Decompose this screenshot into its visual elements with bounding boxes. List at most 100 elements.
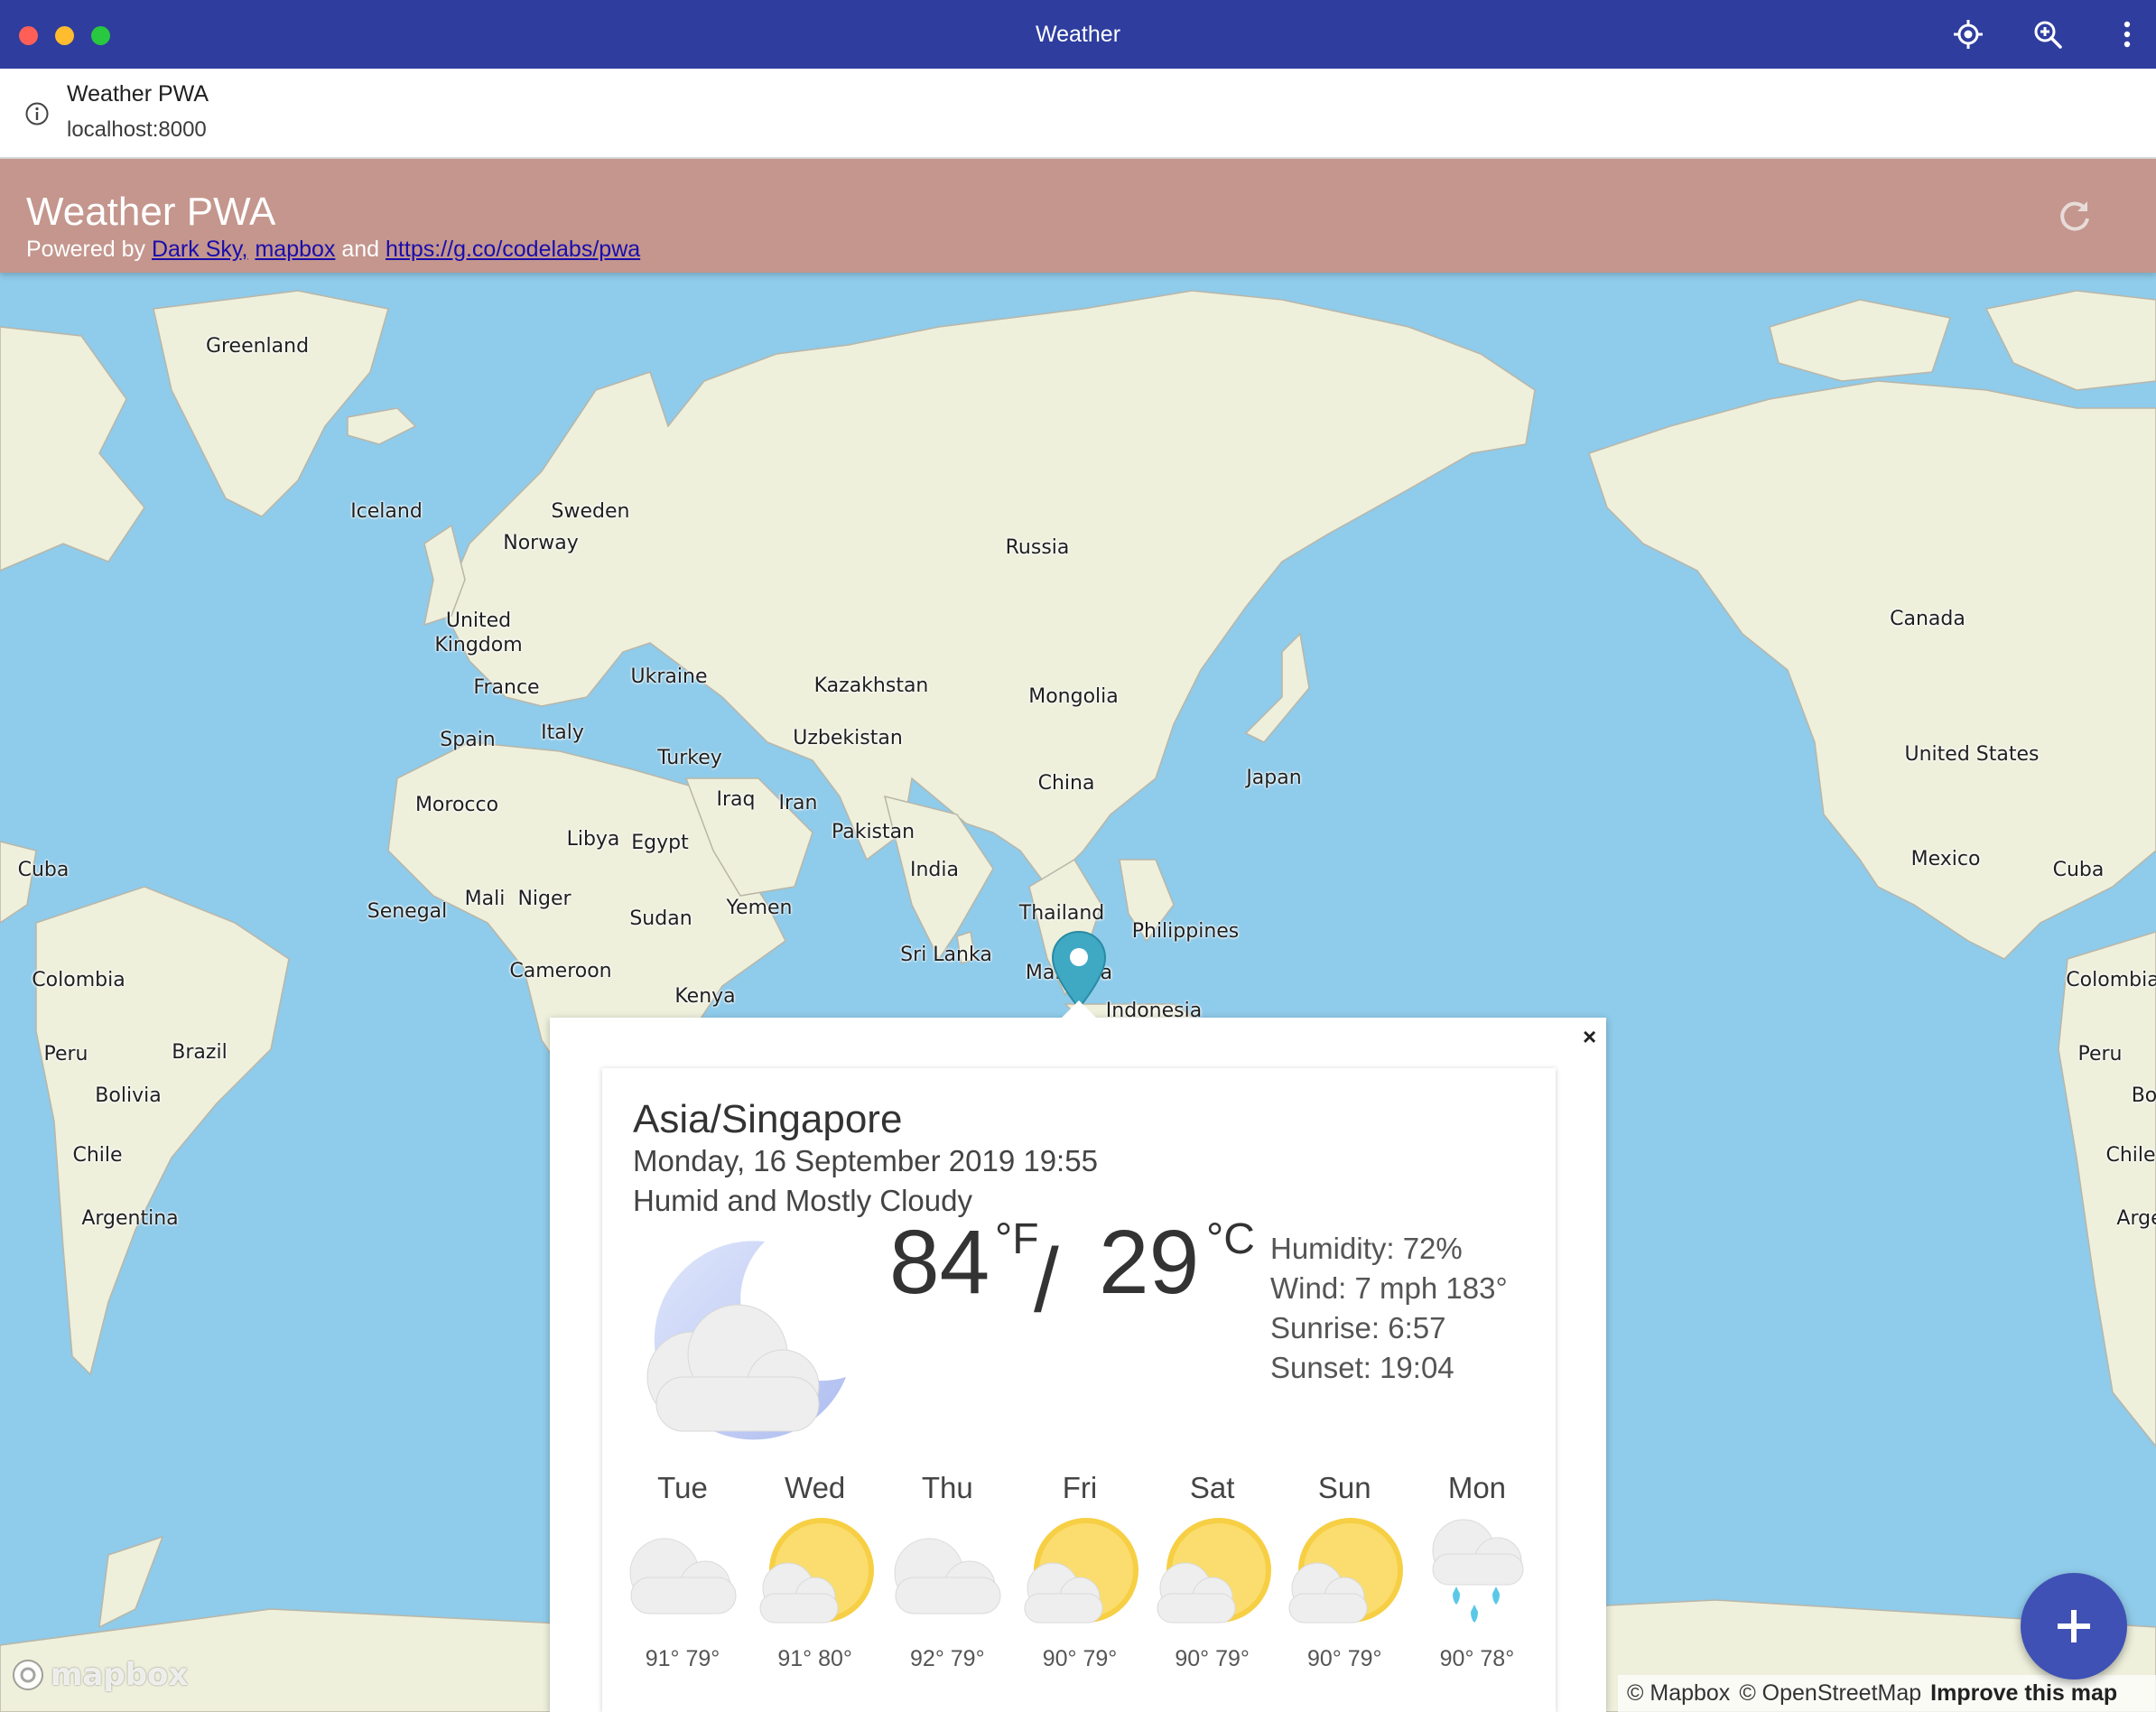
forecast-day: Fri 90° 79° [1021,1471,1138,1688]
map-label-china: China [1037,772,1095,795]
forecast-temps: 91° 80° [777,1646,852,1671]
weather-details: Humidity: 72% Wind: 7 mph 183° Sunrise: … [1270,1229,1508,1388]
rain-icon [1432,1519,1524,1623]
forecast-day-name: Thu [921,1471,973,1504]
wind-text: Wind: 7 mph 183° [1270,1271,1508,1305]
map-marker-icon[interactable] [1050,930,1108,1010]
map-label-pakistan: Pakistan [831,821,915,843]
darksky-link[interactable]: Dark Sky, [152,237,248,262]
temperature-celsius: 29 [1099,1212,1200,1313]
powered-by-text: Powered by Dark Sky, mapbox and https://g… [26,237,640,263]
map-label-kazakhstan: Kazakhstan [813,675,929,697]
cloudy-icon [894,1538,1001,1614]
info-icon[interactable] [24,101,50,126]
map-label-colombia-left: Colombia [32,969,125,991]
popup-close-button[interactable]: × [1583,1023,1596,1051]
mapbox-logo[interactable]: mapbox [11,1654,188,1696]
forecast-temps: 90° 78° [1439,1646,1515,1671]
mapbox-logo-text: mapbox [51,1657,189,1693]
codelab-link[interactable]: https://g.co/codelabs/pwa [386,237,640,262]
forecast-temps: 91° 79° [645,1646,720,1671]
improve-map-link[interactable]: Improve this map [1930,1680,2117,1707]
date-text: Monday, 16 September 2019 19:55 [633,1144,1098,1177]
attribution-mapbox[interactable]: © Mapbox [1627,1680,1730,1707]
map-label-morocco: Morocco [414,794,499,816]
forecast-day-name: Sun [1317,1471,1371,1504]
map-label-libya: Libya [566,828,620,851]
attribution-osm[interactable]: © OpenStreetMap [1739,1680,1921,1707]
map-label-france: France [473,676,540,699]
map-label-peru-right: Peru [2077,1043,2123,1065]
map-label-greenland: Greenland [205,335,310,358]
map-label-cuba-left: Cuba [17,859,70,881]
forecast-day: Wed 91° 80° [757,1471,874,1688]
map-label-russia: Russia [1005,536,1070,559]
map-label-argentina: Argentina [81,1207,179,1230]
site-info-bar: Weather PWA localhost:8000 [0,69,2156,159]
forecast-day: Sat 90° 79° [1154,1471,1271,1688]
partly-cloudy-day-icon [759,1518,874,1624]
map-label-uzbekistan: Uzbekistan [793,727,903,749]
powered-prefix: Powered by [26,237,152,262]
weather-popup: × Asia/Singapore Monday, 16 September 20… [550,1018,1606,1712]
forecast-day-name: Sat [1189,1471,1235,1504]
map-label-egypt: Egypt [631,832,689,854]
map-label-colombia-right: Colombia [2066,969,2156,991]
map-label-senegal: Senegal [367,900,448,923]
refresh-icon[interactable] [2055,197,2095,237]
mapbox-logo-icon [13,1660,43,1690]
map-label-india: India [910,859,959,881]
forecast-temps: 90° 79° [1307,1646,1382,1671]
app-header: Weather PWA Powered by Dark Sky, mapbox a… [0,159,2156,273]
more-icon[interactable] [2111,18,2143,51]
weather-card: Asia/Singapore Monday, 16 September 2019… [602,1068,1556,1712]
map-label-philippines: Philippines [1131,920,1240,943]
site-name: Weather PWA [67,81,209,107]
sunset-text: Sunset: 19:04 [1270,1351,1454,1384]
forecast-day-name: Mon [1447,1471,1507,1504]
map-label-yemen: Yemen [726,897,793,919]
partly-cloudy-day-icon [1157,1518,1271,1624]
location-icon[interactable] [1952,18,1984,51]
map-label-kenya: Kenya [674,985,736,1008]
forecast-day-name: Wed [785,1471,846,1504]
temperature-separator: / [1034,1230,1059,1331]
map-label-mexico: Mexico [1910,848,1981,870]
map-label-cuba-right: Cuba [2052,859,2105,881]
site-url: localhost:8000 [67,117,207,142]
map-label-bo-right: Bo [2131,1084,2156,1107]
map-label-bolivia: Bolivia [95,1084,162,1107]
forecast-temps: 90° 79° [1175,1646,1250,1671]
map-label-norway: Norway [503,532,579,554]
unit-celsius: °C [1206,1215,1255,1263]
popup-tip [1061,1000,1097,1019]
forecast-day: Thu 92° 79° [888,1471,1006,1688]
map-label-brazil: Brazil [172,1041,228,1064]
map-label-ukraine: Ukraine [630,665,708,688]
app-title: Weather PWA [26,190,276,234]
map-label-iraq: Iraq [716,788,756,811]
and-text: and [335,237,386,262]
map-label-uk: United Kingdom [434,609,523,656]
cloudy-icon [629,1538,737,1614]
forecast-day: Mon 90° 78° [1418,1471,1536,1688]
map-label-chile-left: Chile [72,1144,123,1167]
forecast-day: Tue 91° 79° [624,1471,741,1688]
city-name: Asia/Singapore [633,1097,903,1141]
map-label-cameroon: Cameroon [509,960,612,982]
map-label-iran: Iran [778,792,818,814]
partly-cloudy-day-icon [1288,1518,1404,1624]
mapbox-link[interactable]: mapbox [255,237,335,262]
forecast-day: Sun 90° 79° [1286,1471,1404,1688]
zoom-icon[interactable] [2031,18,2064,51]
add-city-button[interactable] [2021,1573,2127,1679]
map-label-chile-right: Chile [2105,1144,2156,1167]
unit-fahrenheit: °F [995,1215,1039,1263]
map-label-peru-left: Peru [43,1043,88,1065]
add-icon [2058,1610,2090,1642]
map-label-mongolia: Mongolia [1028,685,1119,708]
map-label-japan: Japan [1246,767,1302,789]
map-label-thailand: Thailand [1018,902,1105,925]
window-titlebar: Weather [0,0,2156,69]
forecast-temps: 90° 79° [1042,1646,1118,1671]
